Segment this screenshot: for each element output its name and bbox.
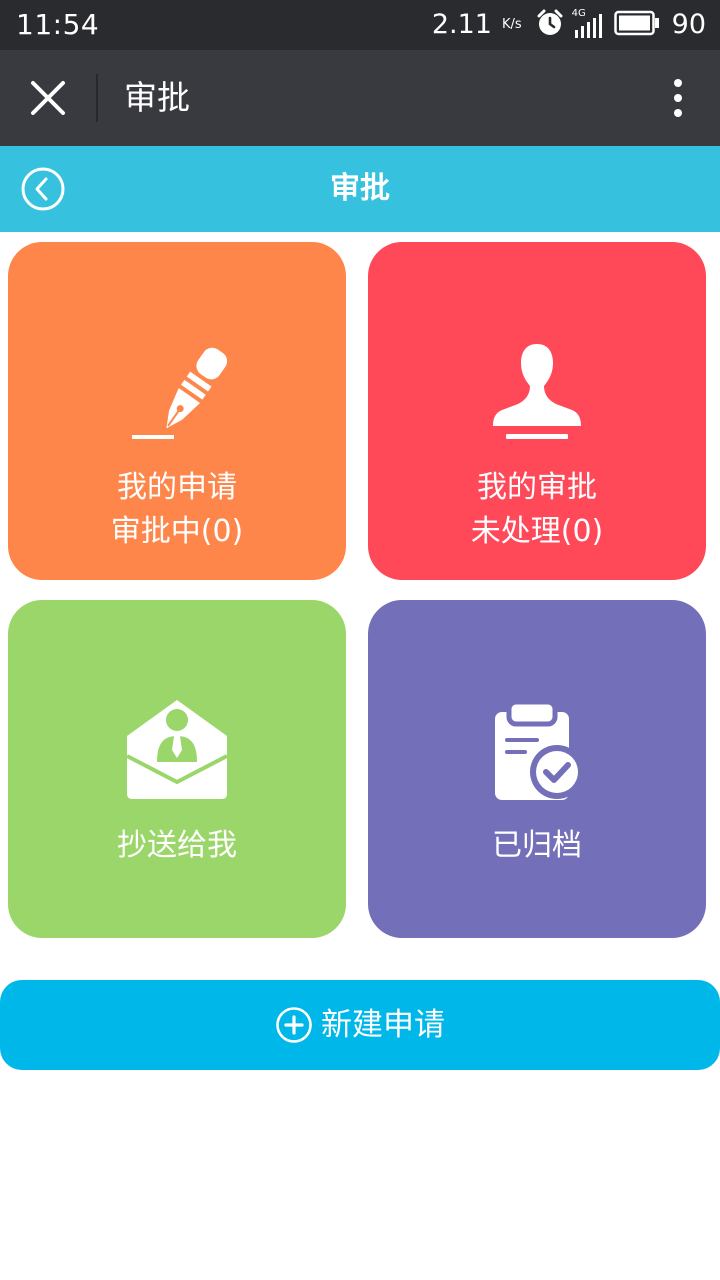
more-menu-button[interactable]: [666, 74, 690, 122]
clipboard-check-icon: [368, 698, 706, 802]
close-icon: [31, 81, 65, 115]
battery-level: 90: [671, 9, 706, 40]
window-title: 审批: [124, 78, 190, 117]
pen-icon: [8, 340, 346, 444]
tile-title: 抄送给我: [117, 828, 237, 863]
tile-title: 我的审批: [477, 470, 597, 505]
plus-circle-icon: [276, 1007, 312, 1043]
back-button[interactable]: [20, 166, 66, 212]
tile-my-approvals[interactable]: 我的审批 未处理(0): [368, 242, 706, 580]
status-indicators: 2.11 K/s 4G 90: [432, 8, 706, 42]
envelope-person-icon: [8, 698, 346, 802]
battery-icon: [613, 10, 660, 40]
page-title: 审批: [330, 171, 390, 206]
new-request-button[interactable]: 新建申请: [0, 980, 720, 1070]
more-vertical-icon: [674, 79, 682, 117]
alarm-icon: [536, 9, 564, 41]
network-speed-unit: K/s: [501, 17, 522, 32]
tile-cc-to-me[interactable]: 抄送给我: [8, 600, 346, 938]
page-header: 审批: [0, 146, 720, 232]
close-button[interactable]: [22, 72, 74, 124]
status-bar: 11:54 2.11 K/s 4G 90: [0, 0, 720, 50]
tile-title: 我的申请: [117, 470, 237, 505]
tile-title: 已归档: [492, 828, 582, 863]
tile-my-applications[interactable]: 我的申请 审批中(0): [8, 242, 346, 580]
network-speed: 2.11: [431, 9, 492, 40]
back-circle-icon: [21, 167, 65, 211]
stamp-icon: [368, 340, 706, 444]
tile-archived[interactable]: 已归档: [368, 600, 706, 938]
signal-icon: 4G: [572, 8, 606, 40]
status-time: 11:54: [16, 8, 100, 41]
tile-status: 审批中(0): [110, 514, 244, 549]
title-divider: [96, 74, 98, 122]
title-bar: 审批: [0, 50, 720, 146]
new-request-label: 新建申请: [321, 1007, 445, 1043]
tile-status: 未处理(0): [470, 514, 604, 549]
